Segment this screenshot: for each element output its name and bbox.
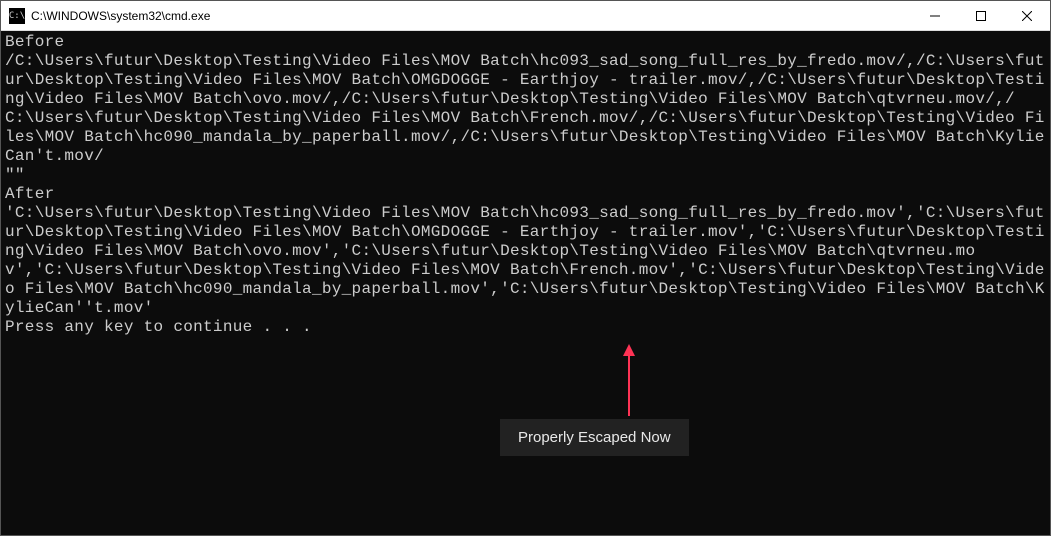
cmd-window: C:\ C:\WINDOWS\system32\cmd.exe Before /… bbox=[0, 0, 1051, 536]
window-controls bbox=[912, 1, 1050, 30]
minimize-button[interactable] bbox=[912, 1, 958, 30]
close-button[interactable] bbox=[1004, 1, 1050, 30]
minimize-icon bbox=[930, 11, 940, 21]
close-icon bbox=[1022, 11, 1032, 21]
window-title: C:\WINDOWS\system32\cmd.exe bbox=[31, 9, 912, 23]
maximize-icon bbox=[976, 11, 986, 21]
maximize-button[interactable] bbox=[958, 1, 1004, 30]
titlebar[interactable]: C:\ C:\WINDOWS\system32\cmd.exe bbox=[1, 1, 1050, 31]
cmd-icon: C:\ bbox=[9, 8, 25, 24]
terminal-output[interactable]: Before /C:\Users\futur\Desktop\Testing\V… bbox=[1, 31, 1050, 535]
